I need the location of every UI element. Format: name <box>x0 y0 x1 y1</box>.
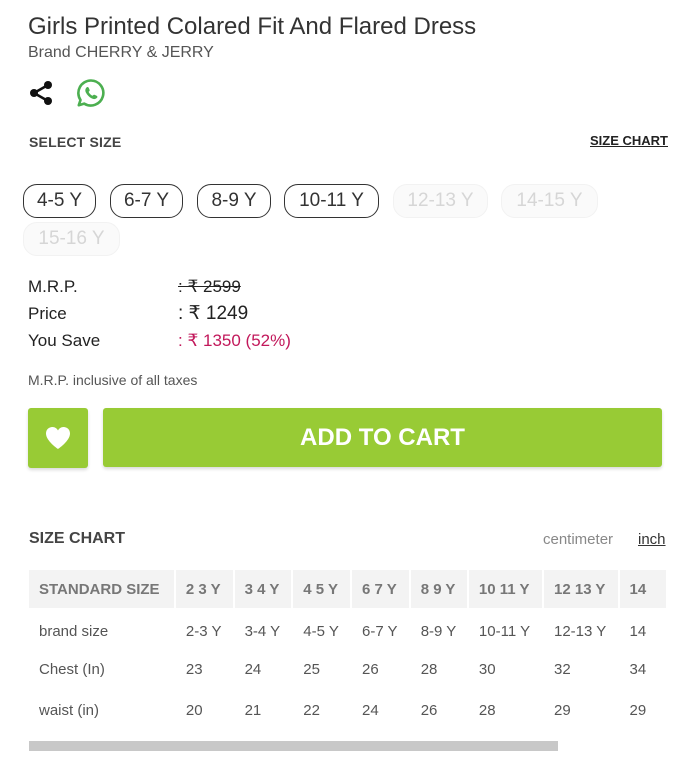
table-cell: 20 <box>185 702 203 719</box>
heart-icon <box>46 427 70 449</box>
size-chart-table: STANDARD SIZE 2 3 Y 3 4 Y 4 5 Y 6 7 Y 8 … <box>29 570 668 731</box>
size-option-12-13y: 12-13 Y <box>393 184 488 218</box>
size-option-15-16y: 15-16 Y <box>23 222 120 256</box>
whatsapp-icon[interactable] <box>76 78 106 108</box>
table-header-row: STANDARD SIZE 2 3 Y 3 4 Y 4 5 Y 6 7 Y 8 … <box>29 570 668 608</box>
you-save-value: : ₹ 1350 (52%) <box>178 331 291 350</box>
size-chart-table-container: STANDARD SIZE 2 3 Y 3 4 Y 4 5 Y 6 7 Y 8 … <box>29 570 668 736</box>
table-cell: 21 <box>244 702 262 719</box>
table-row: waist (in) 20 21 22 24 26 28 29 29 <box>29 690 668 731</box>
table-cell: waist (in) <box>39 702 100 719</box>
you-save-label: You Save <box>28 331 101 350</box>
price-value: : ₹ 1249 <box>178 303 249 324</box>
share-icon[interactable] <box>28 80 54 106</box>
size-option-6-7y[interactable]: 6-7 Y <box>110 184 183 218</box>
mrp-value: : ₹ 2599 <box>178 277 241 297</box>
size-chart-link[interactable]: SIZE CHART <box>590 133 668 148</box>
size-option-10-11y[interactable]: 10-11 Y <box>284 184 379 218</box>
table-header-cell: 2 3 Y <box>175 570 235 608</box>
price-label: Price <box>28 304 67 323</box>
table-header-cell: 6 7 Y <box>351 570 411 608</box>
unit-inch-toggle[interactable]: inch <box>638 531 666 548</box>
mrp-label: M.R.P. <box>28 277 78 296</box>
tax-note: M.R.P. inclusive of all taxes <box>28 372 198 388</box>
table-cell: 22 <box>303 702 320 719</box>
table-cell: 26 <box>420 702 438 719</box>
table-cell: 29 <box>554 702 571 719</box>
unit-centimeter-toggle[interactable]: centimeter <box>543 531 613 548</box>
table-cell: 14 <box>629 623 647 640</box>
size-option-8-9y[interactable]: 8-9 Y <box>197 184 271 218</box>
table-cell: 12-13 Y <box>554 623 607 640</box>
table-cell: 28 <box>420 661 438 678</box>
table-cell: 6-7 Y <box>361 623 398 640</box>
table-cell: 8-9 Y <box>420 623 457 640</box>
product-title: Girls Printed Colared Fit And Flared Dre… <box>28 13 477 40</box>
table-header-cell: 8 9 Y <box>410 570 469 608</box>
table-cell: 24 <box>244 661 262 678</box>
size-option-14-15y: 14-15 Y <box>501 184 598 218</box>
product-brand: Brand CHERRY & JERRY <box>28 44 214 61</box>
table-cell: 24 <box>361 702 379 719</box>
table-row: brand size 2-3 Y 3-4 Y 4-5 Y 6-7 Y 8-9 Y… <box>29 608 668 649</box>
table-cell: 26 <box>361 661 379 678</box>
table-header-cell: STANDARD SIZE <box>29 570 176 608</box>
table-cell: 28 <box>478 702 496 719</box>
wishlist-button[interactable] <box>28 408 88 468</box>
table-cell: 34 <box>629 661 647 678</box>
select-size-label: SELECT SIZE <box>29 134 122 150</box>
size-chart-title: SIZE CHART <box>29 530 125 547</box>
table-cell: 23 <box>185 661 203 678</box>
table-header-cell: 10 11 Y <box>468 570 544 608</box>
table-header-cell: 14 <box>619 570 668 608</box>
table-cell: 4-5 Y <box>303 623 339 640</box>
table-horizontal-scrollbar[interactable] <box>29 741 558 751</box>
table-cell: Chest (In) <box>39 661 105 678</box>
table-header-cell: 12 13 Y <box>544 570 620 608</box>
table-cell: 25 <box>303 661 320 678</box>
table-cell: 29 <box>629 702 647 719</box>
table-row: Chest (In) 23 24 25 26 28 30 32 34 <box>29 649 668 690</box>
table-header-cell: 4 5 Y <box>293 570 352 608</box>
add-to-cart-button[interactable]: ADD TO CART <box>103 408 662 467</box>
size-option-4-5y[interactable]: 4-5 Y <box>23 184 96 218</box>
table-cell: 10-11 Y <box>478 623 531 640</box>
table-cell: 3-4 Y <box>244 623 281 640</box>
table-header-cell: 3 4 Y <box>234 570 294 608</box>
table-cell: 32 <box>554 661 571 678</box>
table-cell: 30 <box>478 661 496 678</box>
table-cell: 2-3 Y <box>185 623 222 640</box>
table-cell: brand size <box>39 623 109 640</box>
mrp-amount: : ₹ 2599 <box>178 277 241 296</box>
